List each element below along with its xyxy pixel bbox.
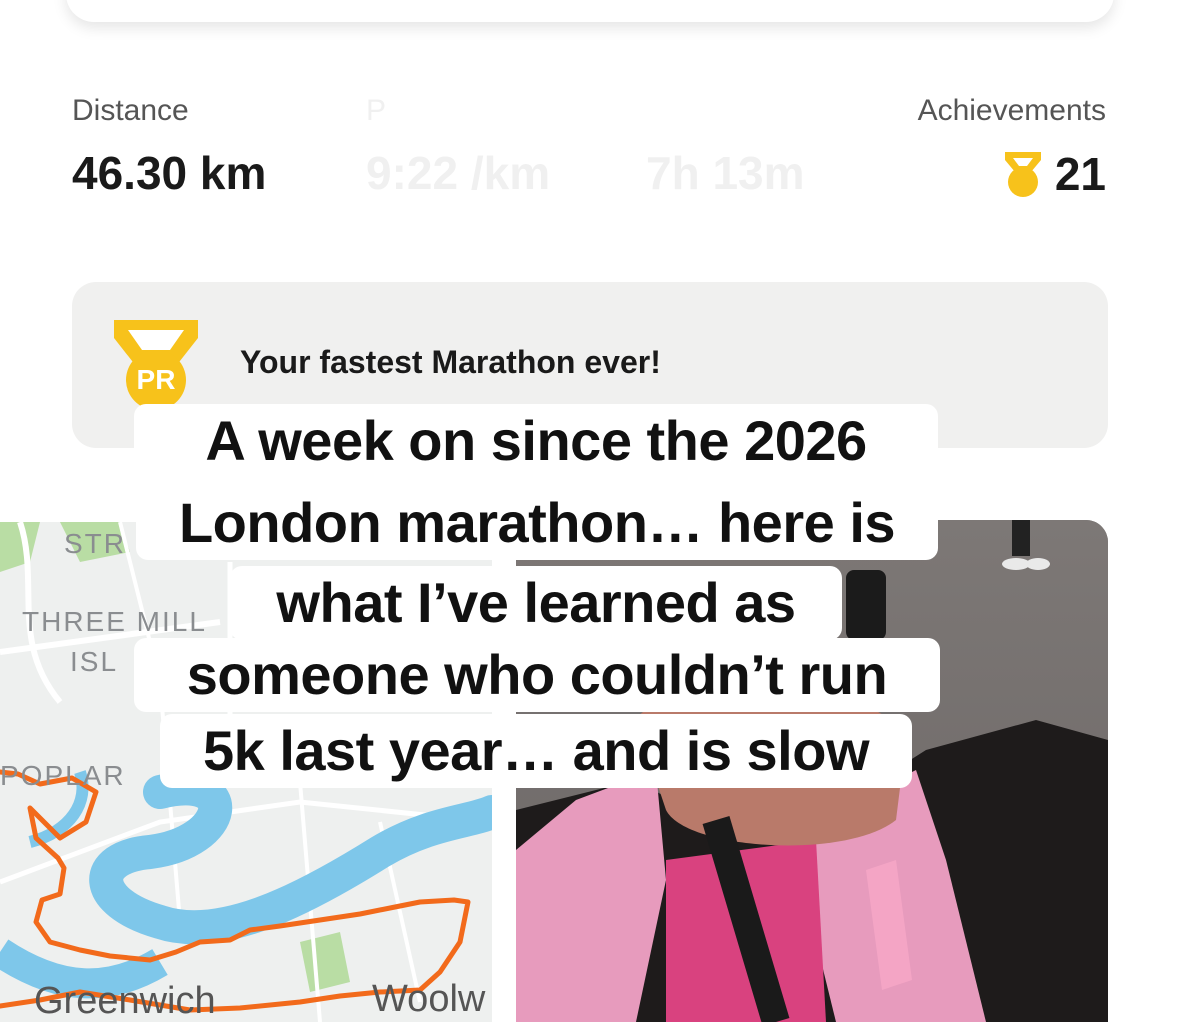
pace-value: 9:22 /km <box>366 147 551 199</box>
distance-value: 46.30 km <box>72 147 267 199</box>
time-value: 7h 13m <box>646 147 805 199</box>
map-label-three-mills: THREE MILL <box>22 606 207 637</box>
distance-label: Distance <box>72 94 189 127</box>
pr-message: Your fastest Marathon ever! <box>240 344 661 380</box>
map-label-stratford: STR <box>64 528 126 559</box>
activity-card-top <box>66 0 1114 22</box>
pace-label: P <box>366 94 387 127</box>
map-label-island: ISL <box>70 646 119 677</box>
overlay-line-2: London marathon… here is <box>136 486 938 560</box>
map-label-greenwich: Greenwich <box>34 980 216 1022</box>
achievements-label: Achievements <box>917 94 1106 127</box>
medal-icon <box>1001 148 1045 200</box>
overlay-line-5: 5k last year… and is slow <box>160 714 912 788</box>
map-label-poplar: POPLAR <box>0 760 126 791</box>
overlay-line-3: what I’ve learned as <box>230 566 842 640</box>
achievements-value: 21 <box>1054 148 1106 200</box>
overlay-line-1: A week on since the 2026 <box>134 404 938 478</box>
overlay-line-4: someone who couldn’t run <box>134 638 940 712</box>
map-label-woolwich: Woolw <box>372 978 486 1020</box>
achievements-stat[interactable]: 21 <box>1001 146 1106 202</box>
pr-badge-text: PR <box>136 364 176 395</box>
pr-badge-icon: PR <box>108 316 204 412</box>
